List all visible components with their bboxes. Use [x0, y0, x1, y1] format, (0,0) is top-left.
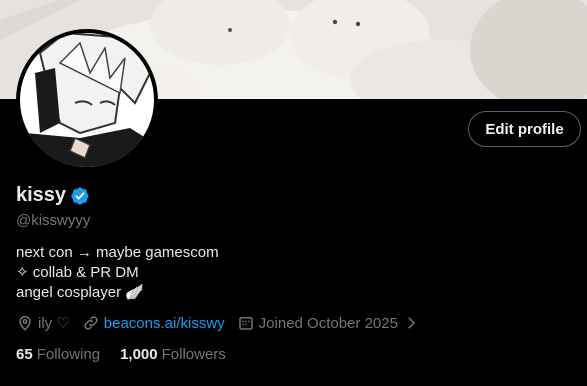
website-item[interactable]: beacons.ai/kisswy: [82, 314, 225, 332]
user-handle: @kisswyyy: [16, 212, 91, 229]
name-row: kissy: [16, 184, 90, 207]
calendar-icon: [238, 317, 253, 330]
avatar[interactable]: [16, 29, 158, 171]
display-name: kissy: [16, 184, 67, 206]
verified-badge-icon[interactable]: [70, 186, 90, 206]
location-text: ily ♡: [38, 315, 70, 332]
bio: next con → maybe gamescom ✧ collab & PR …: [16, 243, 219, 303]
joined-text: Joined October 2025: [258, 314, 398, 332]
chevron-right-icon[interactable]: [402, 314, 420, 332]
edit-profile-button[interactable]: Edit profile: [468, 111, 581, 147]
website-link[interactable]: beacons.ai/kisswy: [104, 315, 225, 332]
link-icon: [84, 316, 98, 330]
followers-link[interactable]: 1,000 Followers: [120, 346, 226, 363]
following-label: Following: [36, 346, 101, 363]
bio-line: next con → maybe gamescom: [16, 244, 219, 261]
bio-line: ✧ collab & PR DM: [16, 264, 139, 281]
following-link[interactable]: 65 Following: [16, 346, 100, 363]
profile-meta: ily ♡ beacons.ai/kisswy Joined October 2…: [16, 314, 432, 332]
avatar-image: [20, 33, 154, 167]
location-item: ily ♡: [16, 314, 70, 332]
followers-count: 1,000: [120, 346, 158, 363]
joined-item[interactable]: Joined October 2025: [237, 314, 420, 332]
follow-stats: 65 Following 1,000 Followers: [16, 346, 246, 363]
location-pin-icon: [19, 315, 31, 331]
followers-label: Followers: [161, 346, 226, 363]
bio-line: angel cosplayer 🪽: [16, 284, 144, 301]
following-count: 65: [16, 346, 33, 363]
